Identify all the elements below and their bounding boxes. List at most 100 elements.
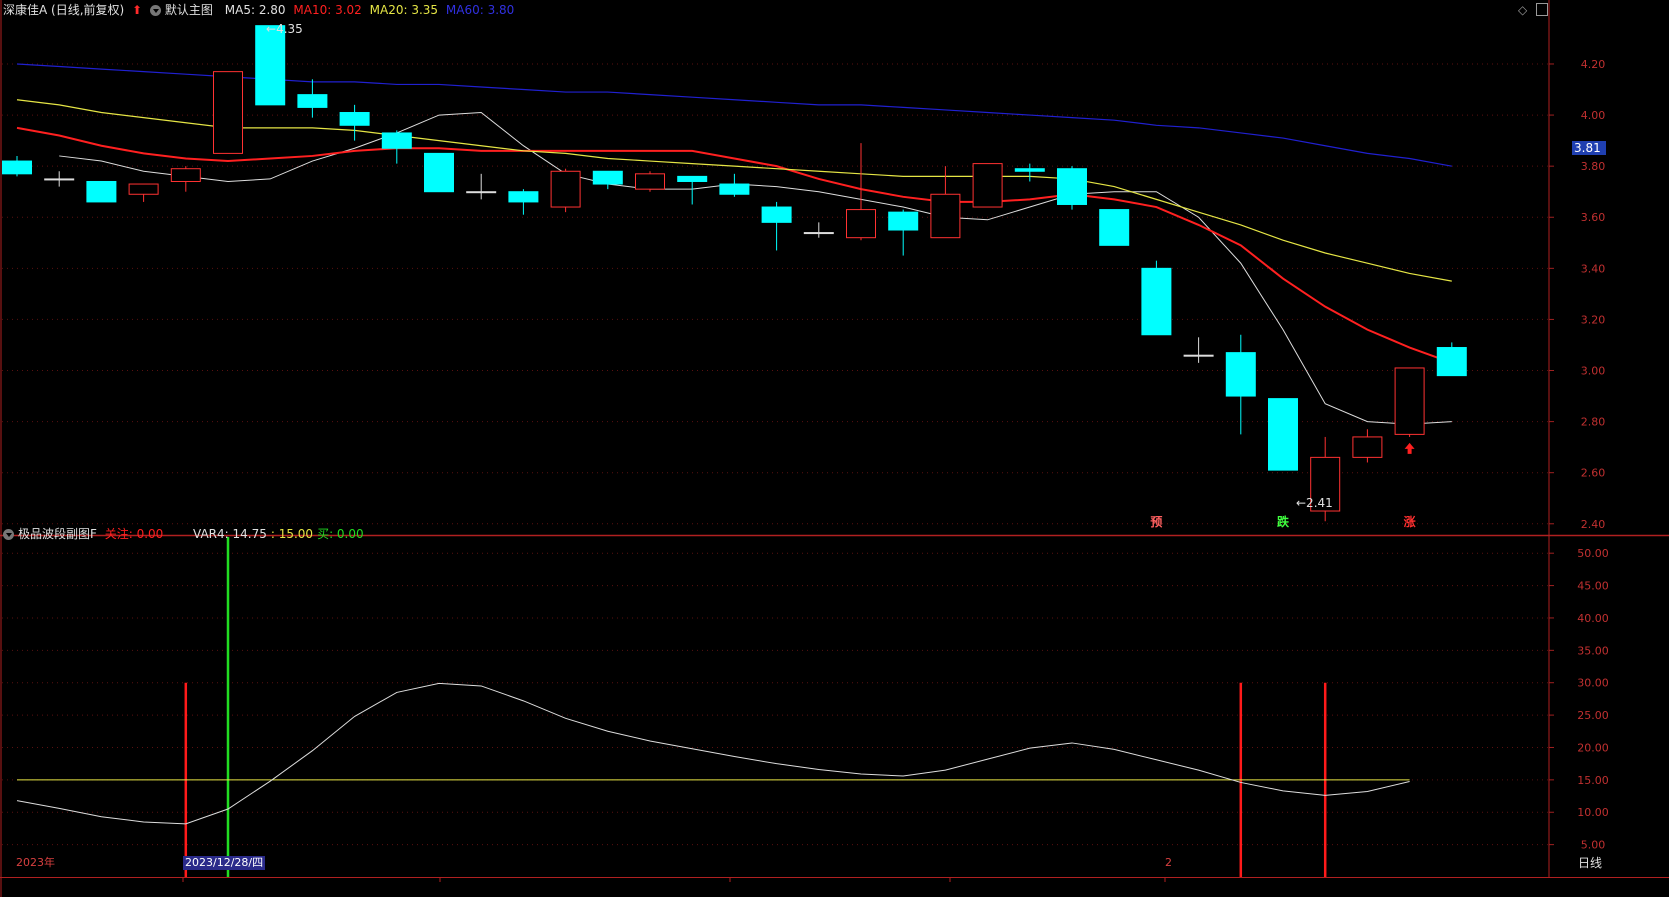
axis-tick-label: 45.00 [1577, 580, 1609, 593]
candle [677, 175, 708, 205]
candle [1352, 429, 1383, 463]
ma10-line [16, 126, 1453, 364]
high-price-value: 4.35 [276, 22, 303, 36]
signal-label-yu: 预 [1150, 515, 1163, 529]
axis-tick-label: 4.00 [1581, 109, 1606, 122]
candle-body [592, 170, 623, 185]
candle [1099, 209, 1130, 246]
axis-tick-label: 35.00 [1577, 644, 1609, 657]
candle [761, 201, 792, 251]
candle [213, 71, 243, 154]
candle [255, 25, 286, 106]
axis-tick-label: 2.40 [1581, 518, 1606, 531]
candle-body [677, 175, 708, 182]
axis-tick-label: 20.00 [1577, 741, 1609, 754]
price-axis: 2.40 2.60 2.80 3.00 3.20 3.40 3.60 3.80 4.00 4.20 [1549, 58, 1605, 531]
chevron-down-icon[interactable] [3, 529, 14, 540]
candle-body [1141, 267, 1172, 336]
candle [424, 152, 454, 193]
candle-body [635, 173, 665, 190]
indicator-name[interactable]: 极品波段副图F [18, 527, 97, 541]
candle [550, 168, 581, 213]
candle [1268, 398, 1298, 471]
date-cursor: 2023/12/28/四 [183, 856, 266, 870]
axis-tick-label: 3.60 [1581, 211, 1606, 224]
stock-title[interactable]: 深康佳A (日线,前复权) [3, 3, 124, 17]
candle-body [424, 152, 454, 193]
candle-body [339, 112, 370, 126]
ma20-label: MA20: 3.35 [369, 3, 439, 17]
candle-body [1225, 352, 1256, 397]
candle [888, 209, 919, 256]
candle-body [550, 170, 581, 208]
main-chart-selector[interactable]: 默认主图 [149, 3, 217, 17]
candle [635, 171, 665, 192]
candle-body [86, 180, 117, 203]
candle [86, 180, 117, 203]
candle-body [1268, 398, 1298, 471]
candle [1436, 342, 1467, 377]
candle-body [1057, 168, 1087, 205]
axis-tick-label: 40.00 [1577, 612, 1609, 625]
candle [972, 163, 1003, 208]
axis-tick-label: 30.00 [1577, 677, 1609, 690]
oscillator-lines [16, 682, 1410, 825]
chart-canvas: 2.40 2.60 2.80 3.00 3.20 3.40 3.60 3.80 4.00 4.20… [0, 0, 1669, 897]
candle-body [761, 206, 792, 223]
axis-tick-label: 10.00 [1577, 806, 1609, 819]
candle [128, 183, 159, 202]
axis-tick-label: 15.00 [1577, 774, 1609, 787]
sub-chart-values: VAR4: 14.75: 15.00 买: 0.00 [193, 526, 368, 542]
up-arrow-icon [1404, 442, 1415, 454]
low-price-label: ←2.41 [1296, 496, 1333, 510]
signal-label-zhang: 涨 [1403, 515, 1416, 529]
candle-body [508, 191, 539, 203]
chart-frame [0, 0, 1669, 897]
axis-tick-label: 2.80 [1581, 416, 1606, 429]
axis-tick-label: 4.20 [1581, 58, 1606, 71]
year-label: 2023年 [16, 856, 55, 869]
candle-body [846, 209, 876, 239]
candle-body [44, 178, 75, 181]
candle-body [213, 71, 243, 154]
candle [719, 173, 750, 197]
candle-body [972, 163, 1003, 208]
axis-tick-label: 3.80 [1581, 160, 1606, 173]
main-chart-header: 深康佳A (日线,前复权) ⬆ 默认主图 MA5: 2.80 MA10: 3.0… [3, 2, 518, 18]
candle-body [888, 211, 919, 231]
candle [1057, 166, 1087, 210]
var4-label: VAR4: 14.75 [193, 527, 267, 541]
level-label: : 15.00 [270, 527, 314, 541]
ma5-label: MA5: 2.80 [224, 3, 286, 17]
axis-tick-label: 25.00 [1577, 709, 1609, 722]
candle-body [930, 193, 961, 239]
red-arrow-icon: ⬆ [132, 3, 143, 17]
candle [1183, 337, 1214, 363]
ma10-label: MA10: 3.02 [293, 3, 362, 17]
axis-tick-label: 3.20 [1581, 313, 1606, 326]
candle-body [255, 25, 286, 106]
period-label[interactable]: 日线 [1578, 856, 1602, 870]
candle-body [803, 232, 834, 235]
axis-tick-label: 3.00 [1581, 365, 1606, 378]
candle-body [2, 160, 32, 175]
watch-label: 关注: 0.00 [104, 527, 164, 541]
ma60-label: MA60: 3.80 [445, 3, 515, 17]
current-price-badge: 3.81 [1572, 141, 1606, 155]
candle [1141, 260, 1172, 336]
axis-tick-label: 5.00 [1581, 839, 1606, 852]
candle-body [297, 94, 328, 108]
diamond-icon[interactable]: ◇ [1518, 3, 1527, 17]
window-icon[interactable] [1536, 3, 1548, 16]
main-chart-label: 默认主图 [164, 3, 213, 17]
candle [44, 171, 75, 187]
indicator-axis: 5.00 10.00 15.00 20.00 25.00 30.00 35.00 40.00 4… [1549, 547, 1609, 852]
candle [170, 166, 201, 192]
sub-chart-grid [2, 552, 1549, 846]
candle-body [1436, 347, 1467, 377]
axis-tick-label: 2.60 [1581, 467, 1606, 480]
buy-label: 买: 0.00 [317, 527, 364, 541]
high-price-label: ←4.35 [266, 22, 303, 36]
candle [508, 189, 539, 215]
candle [1014, 163, 1045, 182]
